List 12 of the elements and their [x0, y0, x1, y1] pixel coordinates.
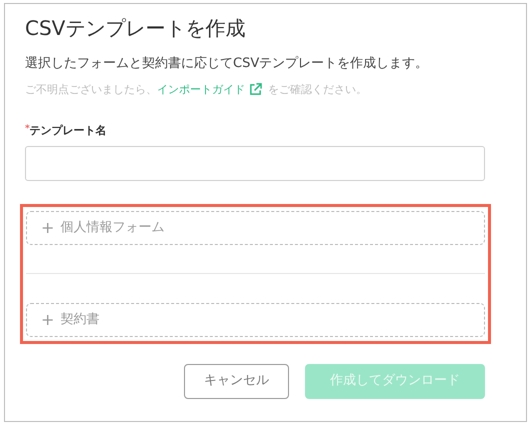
dialog-title: CSVテンプレートを作成	[25, 15, 246, 42]
template-name-field[interactable]	[25, 146, 485, 180]
hint-text: ご不明点ございましたら、	[25, 82, 157, 98]
cancel-button[interactable]: キャンセル	[184, 364, 289, 398]
external-link-icon[interactable]	[249, 83, 262, 96]
guide-link[interactable]: インポートガイド	[157, 82, 245, 98]
field-label: テンプレート名	[30, 124, 107, 137]
hint-text: をご確認ください。	[268, 82, 367, 98]
add-slot[interactable]: + 契約書	[26, 302, 485, 336]
description-text: 選択したフォームと契約書に応じてCSVテンプレートを作成します。	[25, 55, 430, 73]
required-mark: *	[25, 124, 30, 134]
add-slot[interactable]: + 個人情報フォーム	[26, 210, 485, 244]
